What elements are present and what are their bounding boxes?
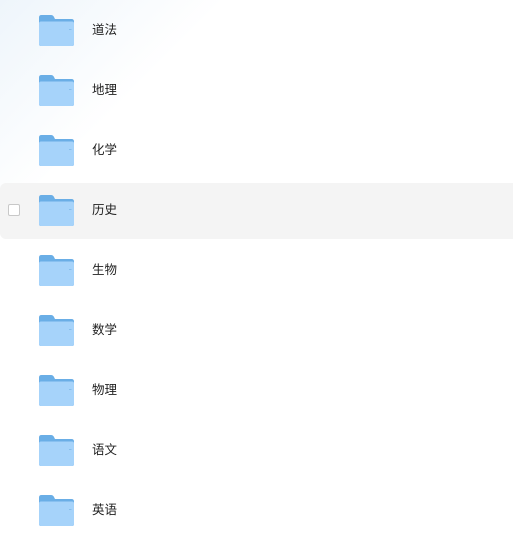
folder-name: 语文 bbox=[92, 442, 118, 457]
folder-name: 历史 bbox=[92, 202, 118, 217]
folder-icon bbox=[39, 195, 74, 226]
folder-name: 英语 bbox=[92, 502, 118, 517]
folder-icon bbox=[39, 495, 74, 526]
folder-icon bbox=[39, 255, 74, 286]
folder-row[interactable]: 化学 bbox=[0, 123, 513, 179]
folder-icon bbox=[39, 435, 74, 466]
folder-name: 数学 bbox=[92, 322, 118, 337]
folder-row[interactable]: 语文 bbox=[0, 423, 513, 479]
folder-row[interactable]: 地理 bbox=[0, 63, 513, 119]
folder-row[interactable]: 物理 bbox=[0, 363, 513, 419]
folder-name: 道法 bbox=[92, 22, 118, 37]
folder-name: 化学 bbox=[92, 142, 118, 157]
folder-row[interactable]: 历史 bbox=[0, 183, 513, 239]
file-browser: 道法 地理 化学 历史 生物 数学 物理 语文 英语 bbox=[0, 0, 513, 546]
folder-row[interactable]: 英语 bbox=[0, 483, 513, 539]
folder-icon bbox=[39, 15, 74, 46]
folder-row[interactable]: 道法 bbox=[0, 3, 513, 59]
folder-row[interactable]: 生物 bbox=[0, 243, 513, 299]
folder-name: 物理 bbox=[92, 382, 118, 397]
folder-icon bbox=[39, 135, 74, 166]
folder-name: 地理 bbox=[92, 82, 118, 97]
folder-icon bbox=[39, 315, 74, 346]
folder-row[interactable]: 数学 bbox=[0, 303, 513, 359]
select-checkbox[interactable] bbox=[8, 204, 20, 216]
folder-name: 生物 bbox=[92, 262, 118, 277]
folder-icon bbox=[39, 375, 74, 406]
folder-list: 道法 地理 化学 历史 生物 数学 物理 语文 英语 bbox=[0, 3, 513, 543]
folder-icon bbox=[39, 75, 74, 106]
